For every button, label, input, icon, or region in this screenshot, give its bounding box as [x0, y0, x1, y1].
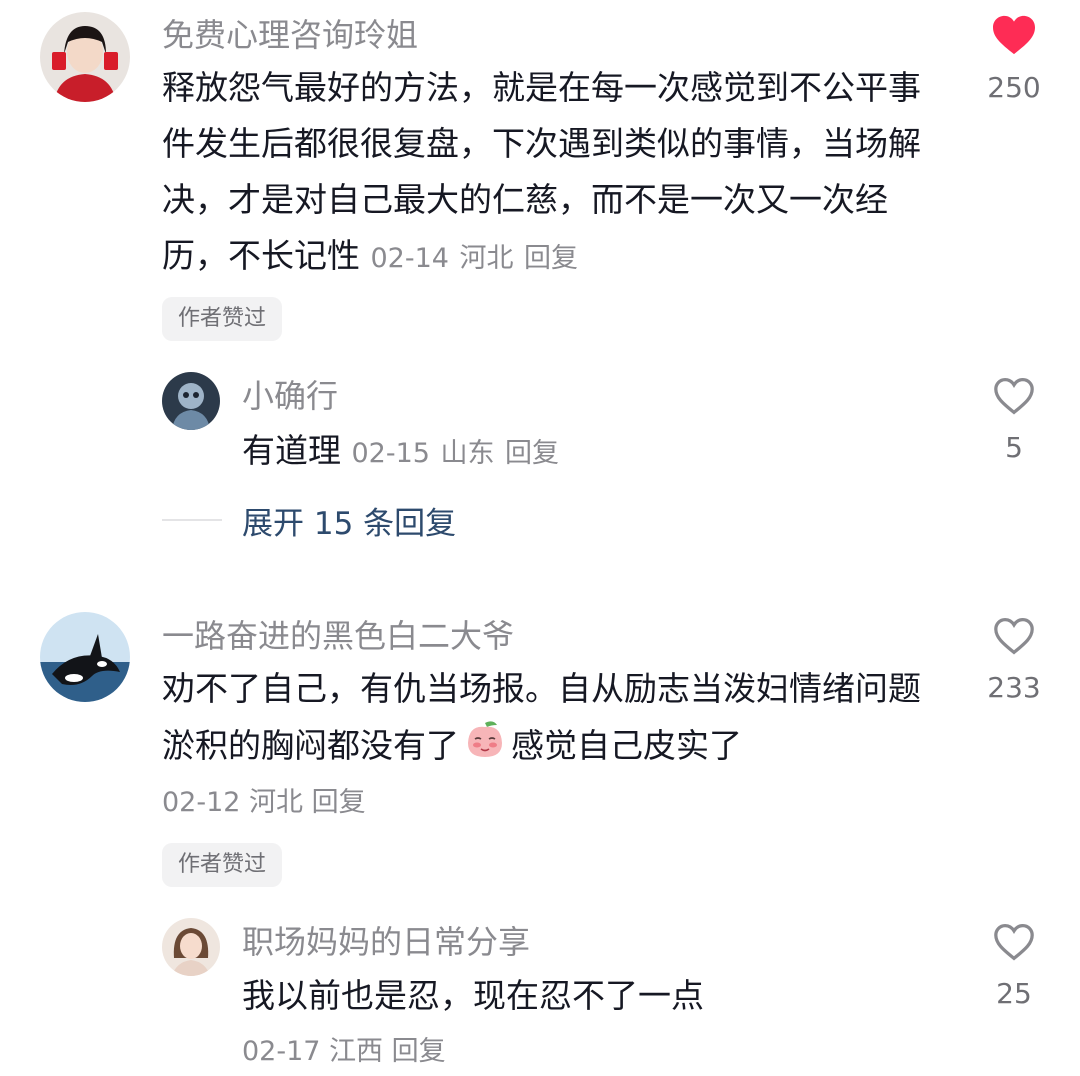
like-button[interactable]: 25	[964, 922, 1064, 1012]
comment-text: 劝不了自己，有仇当场报。自从励志当泼妇情绪问题淤积的胸闷都没有了 感觉自己皮实了	[162, 661, 932, 778]
reply-text: 有道理 02-15 山东 回复	[242, 423, 922, 482]
like-button[interactable]: 5	[964, 376, 1064, 466]
like-count: 250	[987, 71, 1041, 104]
like-count: 233	[987, 671, 1041, 704]
comment-meta: 02-12 河北 回复	[162, 783, 366, 823]
comment-text: 释放怨气最好的方法，就是在每一次感觉到不公平事件发生后都很很复盘，下次遇到类似的…	[162, 60, 932, 287]
comment-body: 感觉自己皮实了	[511, 726, 742, 765]
avatar[interactable]	[40, 12, 130, 102]
comment-location: 山东	[440, 438, 495, 469]
username[interactable]: 小确行	[242, 376, 338, 416]
reply-body: 有道理	[242, 431, 341, 470]
reply-button[interactable]: 回复	[312, 787, 366, 818]
comment-location: 江西	[329, 1036, 384, 1067]
heart-filled-icon	[993, 15, 1035, 55]
username[interactable]: 免费心理咨询玲姐	[162, 15, 418, 55]
comment-location: 河北	[249, 787, 304, 818]
reply-button[interactable]: 回复	[505, 438, 559, 469]
reply-text: 我以前也是忍，现在忍不了一点	[242, 976, 704, 1015]
comment-meta: 02-17 江西 回复	[242, 1032, 446, 1072]
like-button[interactable]: 233	[964, 616, 1064, 706]
peach-sticker-icon	[463, 717, 507, 778]
comment-date: 02-15	[351, 438, 430, 469]
expand-replies-label: 展开 15 条回复	[242, 505, 457, 542]
avatar[interactable]	[162, 372, 220, 430]
author-liked-badge: 作者赞过	[162, 297, 283, 341]
heart-outline-icon	[994, 377, 1034, 415]
username[interactable]: 职场妈妈的日常分享	[242, 922, 530, 962]
avatar[interactable]	[162, 918, 220, 976]
expand-replies-button[interactable]: 展开 15 条回复	[162, 500, 457, 542]
comment-date: 02-17	[242, 1036, 321, 1067]
comment-date: 02-14	[370, 243, 449, 274]
reply-button[interactable]: 回复	[524, 243, 578, 274]
avatar[interactable]	[40, 612, 130, 702]
comment-date: 02-12	[162, 787, 241, 818]
like-count: 5	[1005, 431, 1023, 464]
divider	[162, 519, 222, 521]
heart-outline-icon	[994, 923, 1034, 961]
comment-location: 河北	[459, 243, 514, 274]
reply-button[interactable]: 回复	[392, 1036, 446, 1067]
author-liked-badge: 作者赞过	[162, 843, 283, 887]
username[interactable]: 一路奋进的黑色白二大爷	[162, 616, 514, 656]
like-count: 25	[996, 977, 1032, 1010]
heart-outline-icon	[994, 617, 1034, 655]
like-button[interactable]: 250	[964, 14, 1064, 106]
